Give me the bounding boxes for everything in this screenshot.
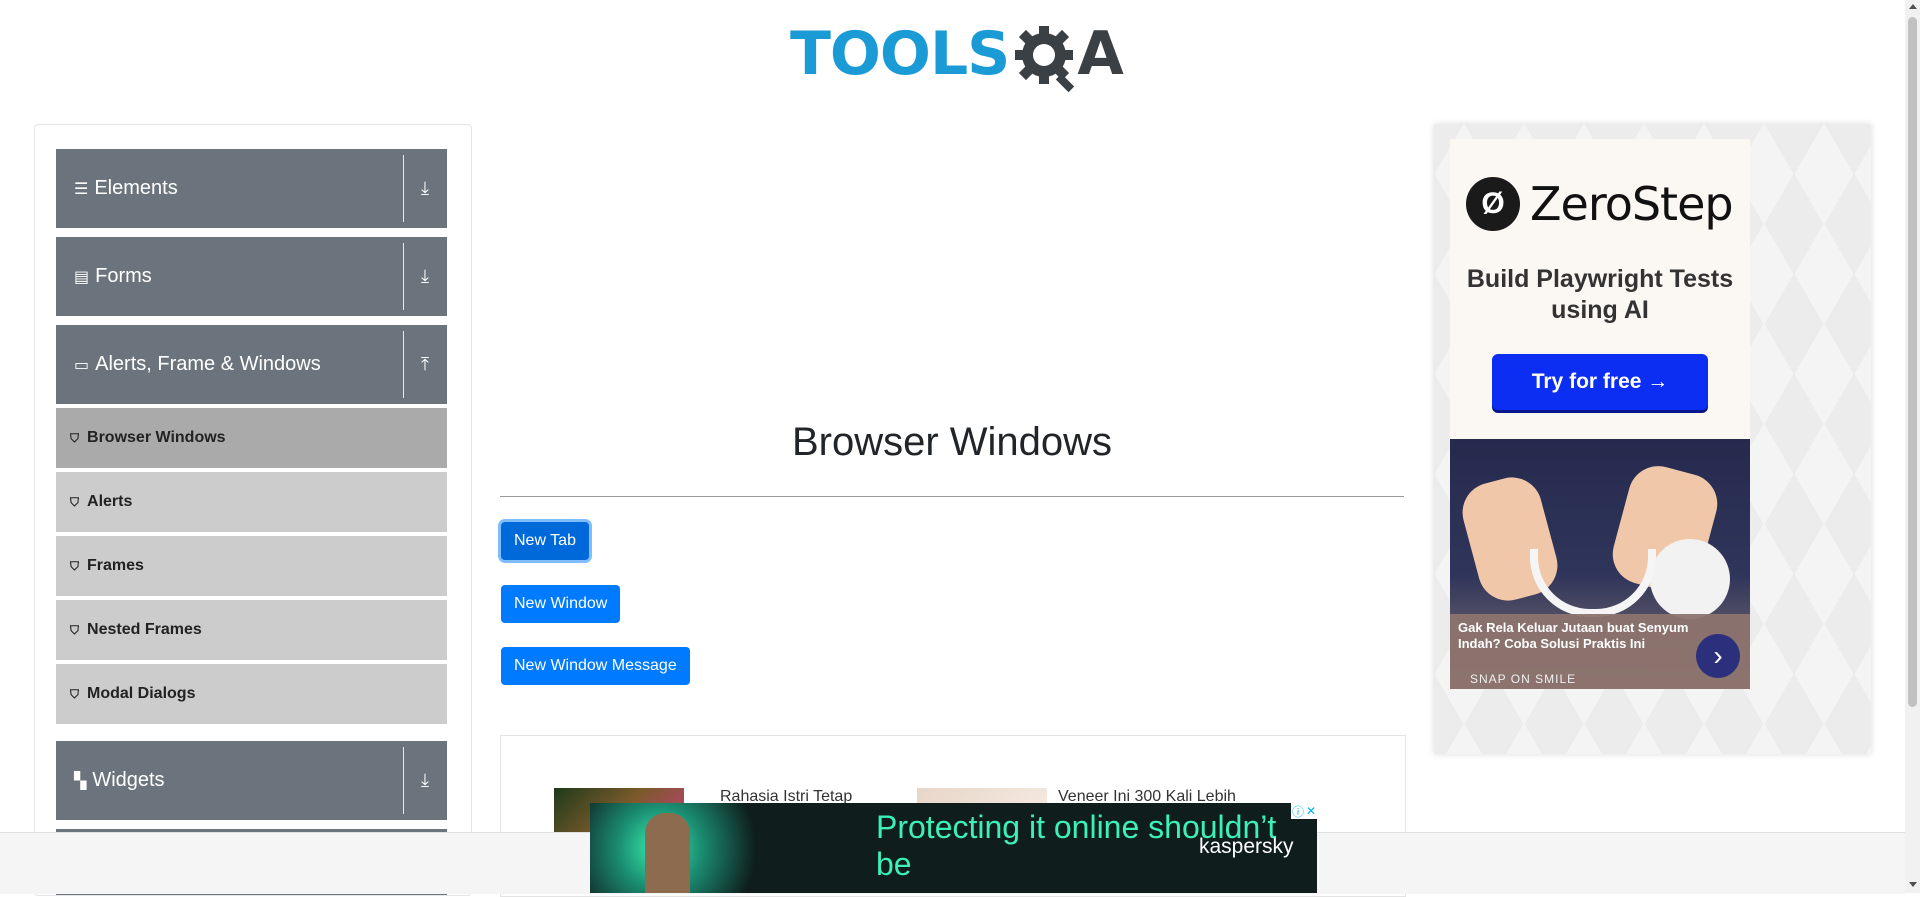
- sidebar-group-label-text: Forms: [95, 265, 152, 287]
- ad-headline: Build Playwright Tests using AI: [1466, 265, 1734, 324]
- sidebar-item-alerts[interactable]: ⛉ Alerts: [56, 472, 447, 534]
- new-window-message-button[interactable]: New Window Message: [501, 647, 690, 685]
- sidebar-item-browser-windows[interactable]: ⛉ Browser Windows: [56, 408, 447, 470]
- logo-text-tools: TOOLS: [790, 19, 1010, 89]
- page-title: Browser Windows: [791, 420, 1113, 464]
- sidebar-item-frames[interactable]: ⛉ Frames: [56, 536, 447, 598]
- toolsqa-logo[interactable]: TOOLS A: [790, 14, 1124, 94]
- new-tab-button[interactable]: New Tab: [501, 522, 589, 560]
- ad-image-glow: [590, 803, 790, 893]
- new-window-button[interactable]: New Window: [501, 585, 621, 623]
- ad-image-aligner: [1530, 549, 1656, 617]
- sidebar-group-alerts-frame-windows[interactable]: ▭ Alerts, Frame & Windows ⤒: [56, 325, 447, 404]
- download-arrow-icon[interactable]: ⤓: [411, 237, 439, 316]
- zerostep-brand: ZeroStep: [1530, 177, 1734, 231]
- gear-icon: [1011, 22, 1075, 93]
- sidebar-item-label: Modal Dialogs: [87, 685, 196, 702]
- divider: [403, 243, 404, 310]
- ad-caption-text: Gak Rela Keluar Jutaan buat Senyum Indah…: [1458, 620, 1689, 651]
- sidebar-group-label: ▚ Widgets: [74, 741, 165, 820]
- adchoices-icon[interactable]: ⓘ ✕: [1291, 803, 1317, 819]
- snap-on-smile-ad[interactable]: Gak Rela Keluar Jutaan buat Senyum Indah…: [1450, 439, 1750, 689]
- html5-icon: ⛉: [70, 686, 80, 701]
- sidebar-group-label: ▤ Forms: [74, 237, 152, 316]
- divider: [403, 747, 404, 814]
- zerostep-ad[interactable]: Ø ZeroStep Build Playwright Tests using …: [1450, 139, 1750, 439]
- download-arrow-icon[interactable]: ⤓: [411, 149, 439, 228]
- sidebar-group-label-text: Alerts, Frame & Windows: [95, 353, 321, 375]
- ad-image-case: [1650, 539, 1730, 619]
- sidebar-item-label: Browser Windows: [87, 429, 226, 446]
- sidebar-group-widgets[interactable]: ▚ Widgets ⤓: [56, 741, 447, 820]
- divider: [403, 155, 404, 222]
- kaspersky-banner-ad[interactable]: Protecting it online shouldn’t be kasper…: [590, 803, 1317, 893]
- chevron-right-icon[interactable]: ›: [1696, 634, 1740, 678]
- sidebar-group-label-text: Elements: [94, 177, 178, 199]
- divider: [500, 496, 1404, 497]
- ad-sponsor: SNAP ON SMILE: [1470, 672, 1577, 686]
- download-arrow-icon[interactable]: ⤓: [411, 741, 439, 820]
- info-icon[interactable]: ⓘ: [1292, 803, 1304, 820]
- html5-icon: ⛉: [70, 494, 80, 509]
- document-icon: ▤: [74, 268, 90, 286]
- sidebar-group-label-text: Widgets: [92, 769, 165, 791]
- sidebar-item-nested-frames[interactable]: ⛉ Nested Frames: [56, 600, 447, 662]
- sidebar-group-label: ▭ Alerts, Frame & Windows: [74, 325, 321, 404]
- page-scrollbar[interactable]: [1905, 0, 1920, 893]
- page-header: TOOLS A: [0, 0, 1905, 110]
- html5-icon: ⛉: [70, 622, 80, 637]
- close-icon[interactable]: ✕: [1306, 804, 1316, 818]
- hamburger-icon: ☰: [74, 180, 89, 198]
- scrollbar-thumb[interactable]: [1908, 17, 1917, 707]
- html5-icon: ⛉: [70, 558, 80, 573]
- window-icon: ▭: [74, 356, 90, 374]
- left-sidebar: ☰ Elements ⤓ ▤ Forms ⤓ ▭ Alerts, Frame &…: [34, 124, 472, 896]
- zerostep-logo: Ø ZeroStep: [1466, 177, 1734, 231]
- scroll-up-arrow-icon[interactable]: [1909, 4, 1917, 9]
- divider: [403, 331, 404, 398]
- sidebar-item-label: Alerts: [87, 493, 133, 510]
- sidebar-item-label: Frames: [87, 557, 144, 574]
- sidebar-group-elements[interactable]: ☰ Elements ⤓: [56, 149, 447, 228]
- upload-arrow-icon[interactable]: ⤒: [411, 325, 439, 404]
- sidebar-group-forms[interactable]: ▤ Forms ⤓: [56, 237, 447, 316]
- html5-icon: ⛉: [70, 430, 80, 445]
- grid-icon: ▚: [74, 772, 87, 790]
- kaspersky-logo: kaspersky: [1199, 835, 1294, 858]
- sidebar-item-modal-dialogs[interactable]: ⛉ Modal Dialogs: [56, 664, 447, 726]
- scroll-down-arrow-icon[interactable]: [1909, 882, 1917, 887]
- sidebar-group-label: ☰ Elements: [74, 149, 178, 228]
- right-advertisement[interactable]: Ø ZeroStep Build Playwright Tests using …: [1434, 124, 1871, 754]
- ad-image-person: [645, 813, 690, 893]
- sidebar-item-label: Nested Frames: [87, 621, 202, 638]
- logo-text-a: A: [1077, 19, 1123, 89]
- try-for-free-button[interactable]: Try for free →: [1492, 354, 1708, 410]
- zerostep-logo-icon: Ø: [1466, 177, 1520, 231]
